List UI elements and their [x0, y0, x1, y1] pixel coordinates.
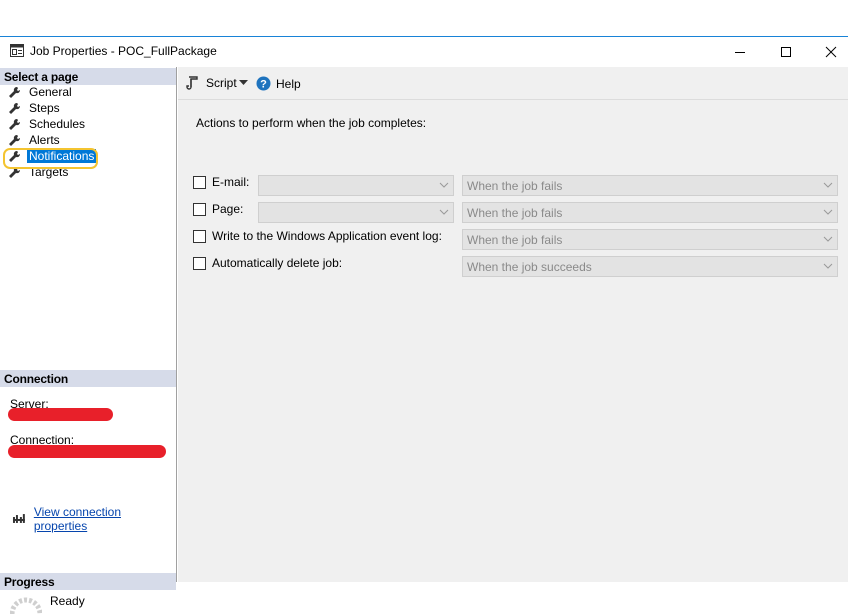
notifications-panel: Script ? Help Actions to perform when th… [178, 67, 848, 582]
window-title: Job Properties - POC_FullPackage [30, 44, 217, 58]
email-row[interactable]: E-mail: [193, 175, 249, 189]
help-label: Help [276, 76, 301, 91]
window-properties-icon [10, 44, 24, 57]
page-row[interactable]: Page: [193, 202, 243, 216]
connection-properties-icon [12, 514, 25, 523]
help-button[interactable]: ? Help [256, 76, 301, 91]
eventlog-label: Write to the Windows Application event l… [212, 229, 442, 243]
minimize-icon [735, 51, 745, 53]
email-condition-select[interactable]: When the job fails [462, 175, 838, 196]
progress-spinner-icon [10, 597, 42, 615]
page-label: Page: [212, 202, 244, 216]
wrench-icon [9, 118, 21, 130]
page-item-targets[interactable]: Targets [8, 164, 70, 180]
page-item-label: Steps [29, 101, 60, 115]
job-properties-window: Job Properties - POC_FullPackage Select … [0, 36, 848, 615]
page-item-general[interactable]: General [8, 84, 74, 100]
wrench-icon [9, 102, 21, 114]
progress-header: Progress [0, 573, 176, 590]
page-condition-value: When the job fails [467, 206, 563, 220]
toolbar: Script ? Help [178, 67, 848, 100]
eventlog-condition-value: When the job fails [467, 233, 563, 247]
page-item-label: Alerts [29, 133, 60, 147]
page-operator-select[interactable] [258, 202, 454, 223]
eventlog-checkbox[interactable] [193, 229, 206, 243]
select-page-header: Select a page [0, 68, 176, 85]
maximize-button[interactable] [763, 37, 809, 66]
wrench-icon [9, 166, 21, 178]
page-item-notifications[interactable]: Notifications [8, 148, 97, 164]
close-icon [825, 46, 837, 57]
page-item-label: Notifications [27, 149, 97, 163]
actions-caption: Actions to perform when the job complete… [196, 116, 427, 130]
help-icon: ? [256, 76, 271, 91]
svg-text:?: ? [260, 79, 267, 91]
eventlog-condition-select[interactable]: When the job fails [462, 229, 838, 250]
script-label: Script [206, 76, 237, 90]
view-connection-properties-link[interactable]: View connection properties [34, 505, 176, 533]
connection-header: Connection [0, 370, 176, 387]
chevron-down-icon [823, 182, 833, 188]
title-bar[interactable]: Job Properties - POC_FullPackage [0, 37, 848, 66]
chevron-down-icon [439, 182, 449, 188]
script-icon [186, 76, 198, 90]
chevron-down-icon [823, 209, 833, 215]
script-button[interactable]: Script [186, 76, 237, 90]
minimize-button[interactable] [717, 37, 763, 66]
delete-label: Automatically delete job: [212, 256, 343, 270]
email-checkbox[interactable] [193, 175, 206, 189]
chevron-down-icon [823, 236, 833, 242]
page-item-steps[interactable]: Steps [8, 100, 62, 116]
close-button[interactable] [808, 37, 848, 66]
wrench-icon [9, 150, 21, 162]
eventlog-row[interactable]: Write to the Windows Application event l… [193, 229, 442, 243]
delete-checkbox[interactable] [193, 256, 206, 270]
left-pane: Select a page General Steps Schedules Al… [0, 67, 177, 615]
page-item-label: Targets [29, 165, 69, 179]
chevron-down-icon [823, 263, 833, 269]
page-condition-select[interactable]: When the job fails [462, 202, 838, 223]
wrench-icon [9, 134, 21, 146]
progress-status: Ready [50, 594, 85, 608]
caret-down-icon [239, 80, 248, 85]
delete-row[interactable]: Automatically delete job: [193, 256, 342, 270]
server-redaction [8, 408, 113, 421]
email-operator-select[interactable] [258, 175, 454, 196]
page-checkbox[interactable] [193, 202, 206, 216]
connection-redaction [8, 445, 166, 458]
page-item-alerts[interactable]: Alerts [8, 132, 62, 148]
view-connection-row: View connection properties [12, 505, 176, 533]
page-item-schedules[interactable]: Schedules [8, 116, 87, 132]
delete-condition-select[interactable]: When the job succeeds [462, 256, 838, 277]
wrench-icon [9, 86, 21, 98]
delete-condition-value: When the job succeeds [467, 260, 592, 274]
chevron-down-icon [439, 209, 449, 215]
maximize-icon [781, 46, 791, 57]
page-item-label: General [29, 85, 72, 99]
script-dropdown-button[interactable] [239, 80, 248, 86]
page-item-label: Schedules [29, 117, 86, 131]
email-condition-value: When the job fails [467, 179, 563, 193]
email-label: E-mail: [212, 175, 250, 189]
